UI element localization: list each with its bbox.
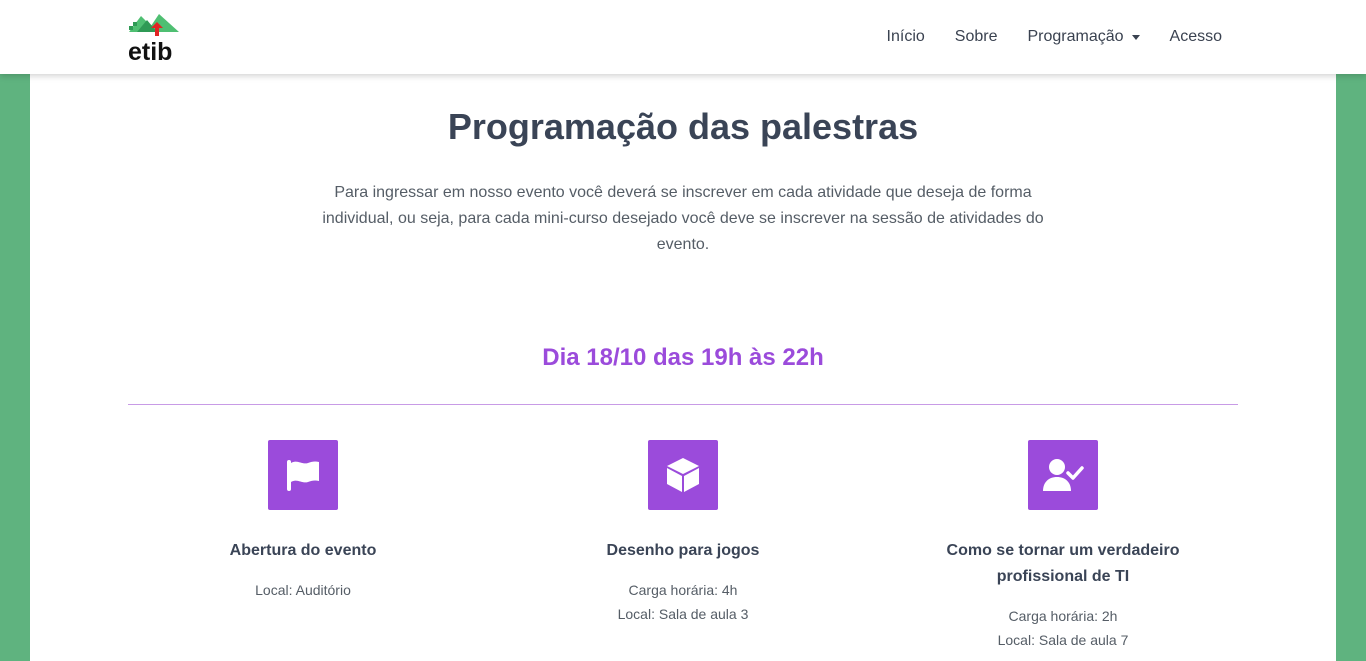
talk-card: Desenho para jogos Carga horária: 4h Loc… <box>503 440 863 626</box>
talk-title: Desenho para jogos <box>606 542 760 559</box>
day-title: Dia 18/10 das 19h às 22h <box>542 344 824 371</box>
intro-text: Para ingressar em nosso evento você deve… <box>322 184 1044 253</box>
talk-workload: Carga horária: 2h <box>1008 608 1118 624</box>
flag-icon <box>268 440 338 510</box>
talk-workload: Carga horária: 4h <box>628 582 738 598</box>
user-check-icon <box>1028 440 1098 510</box>
talk-title: Abertura do evento <box>229 542 377 559</box>
talk-location: Local: Sala de aula 7 <box>997 632 1129 648</box>
nav-link-acesso[interactable]: Acesso <box>1170 28 1222 46</box>
cube-icon <box>648 440 718 510</box>
nav-dropdown-programacao[interactable]: Programação <box>1027 28 1140 46</box>
talk-card: Abertura do evento Local: Auditório <box>123 440 483 602</box>
page-title: Programação das palestras <box>447 106 919 147</box>
svg-text:etib: etib <box>128 38 172 62</box>
nav-link-inicio[interactable]: Início <box>887 28 925 46</box>
main-content: Programação das palestras Para ingressar… <box>30 74 1336 661</box>
main-nav: Início Sobre Programação Acesso <box>857 0 1222 74</box>
talk-location: Local: Auditório <box>255 582 351 598</box>
nav-link-sobre[interactable]: Sobre <box>955 28 998 46</box>
etib-logo[interactable]: etib <box>127 12 183 66</box>
caret-down-icon <box>1131 34 1140 40</box>
top-navbar: etib Início Sobre Programação Acesso <box>0 0 1366 74</box>
divider <box>128 404 1238 405</box>
talk-location: Local: Sala de aula 3 <box>617 606 749 622</box>
talk-card: Como se tornar um verdadeiro profissiona… <box>883 440 1243 652</box>
talk-title: Como se tornar um verdadeiro profissiona… <box>946 542 1180 585</box>
